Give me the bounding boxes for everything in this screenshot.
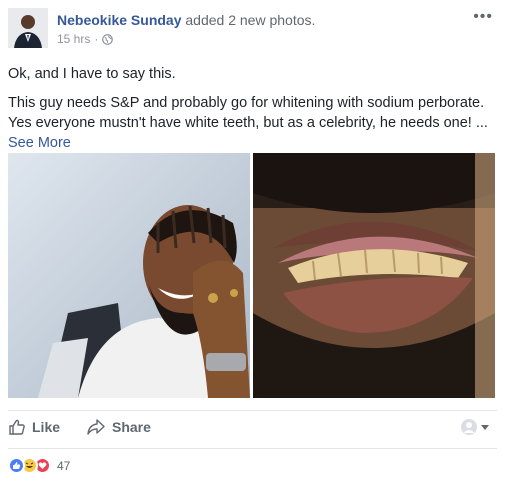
photo-laughing-man[interactable]: [8, 153, 250, 398]
reactions-divider: [8, 448, 497, 449]
caret-down-icon: [481, 425, 489, 430]
reaction-summary[interactable]: 47: [8, 457, 70, 474]
actions-divider: [8, 410, 497, 411]
author-name-link[interactable]: Nebeokike Sunday: [57, 12, 182, 28]
post-timestamp[interactable]: 15 hrs: [57, 32, 90, 46]
photo-laughing-man-image: [8, 153, 250, 398]
share-button[interactable]: Share: [86, 418, 151, 436]
share-arrow-icon: [87, 419, 105, 435]
share-label: Share: [112, 419, 151, 435]
like-button[interactable]: Like: [8, 418, 60, 436]
post-options-button[interactable]: •••: [473, 8, 493, 26]
meta-separator: ·: [94, 32, 99, 46]
globe-icon[interactable]: [102, 33, 114, 45]
thumbs-up-icon: [9, 419, 25, 435]
user-avatar-icon: [461, 419, 477, 435]
see-more-link[interactable]: See More: [8, 133, 498, 153]
author-avatar[interactable]: [8, 8, 48, 48]
photo-grid: [8, 153, 495, 398]
post-paragraph: This guy needs S&P and probably go for w…: [8, 95, 488, 131]
avatar-image: [8, 8, 48, 48]
post-action-text: added 2 new photos.: [181, 12, 316, 28]
reaction-count: 47: [57, 458, 71, 473]
post-meta: 15 hrs ·: [57, 32, 114, 46]
photo-closeup-teeth-image: [253, 153, 495, 398]
like-label: Like: [32, 419, 61, 435]
post-paragraph: Ok, and I have to say this.: [8, 66, 176, 82]
reaction-audience-selector[interactable]: [460, 418, 490, 436]
post-header-line: Nebeokike Sunday added 2 new photos.: [57, 12, 315, 28]
post-actions: Like Share: [8, 418, 498, 440]
photo-closeup-teeth[interactable]: [253, 153, 495, 398]
like-reaction-icon: [8, 457, 25, 474]
post-body: Ok, and I have to say this. This guy nee…: [8, 64, 498, 153]
facebook-post: Nebeokike Sunday added 2 new photos. 15 …: [0, 0, 505, 486]
